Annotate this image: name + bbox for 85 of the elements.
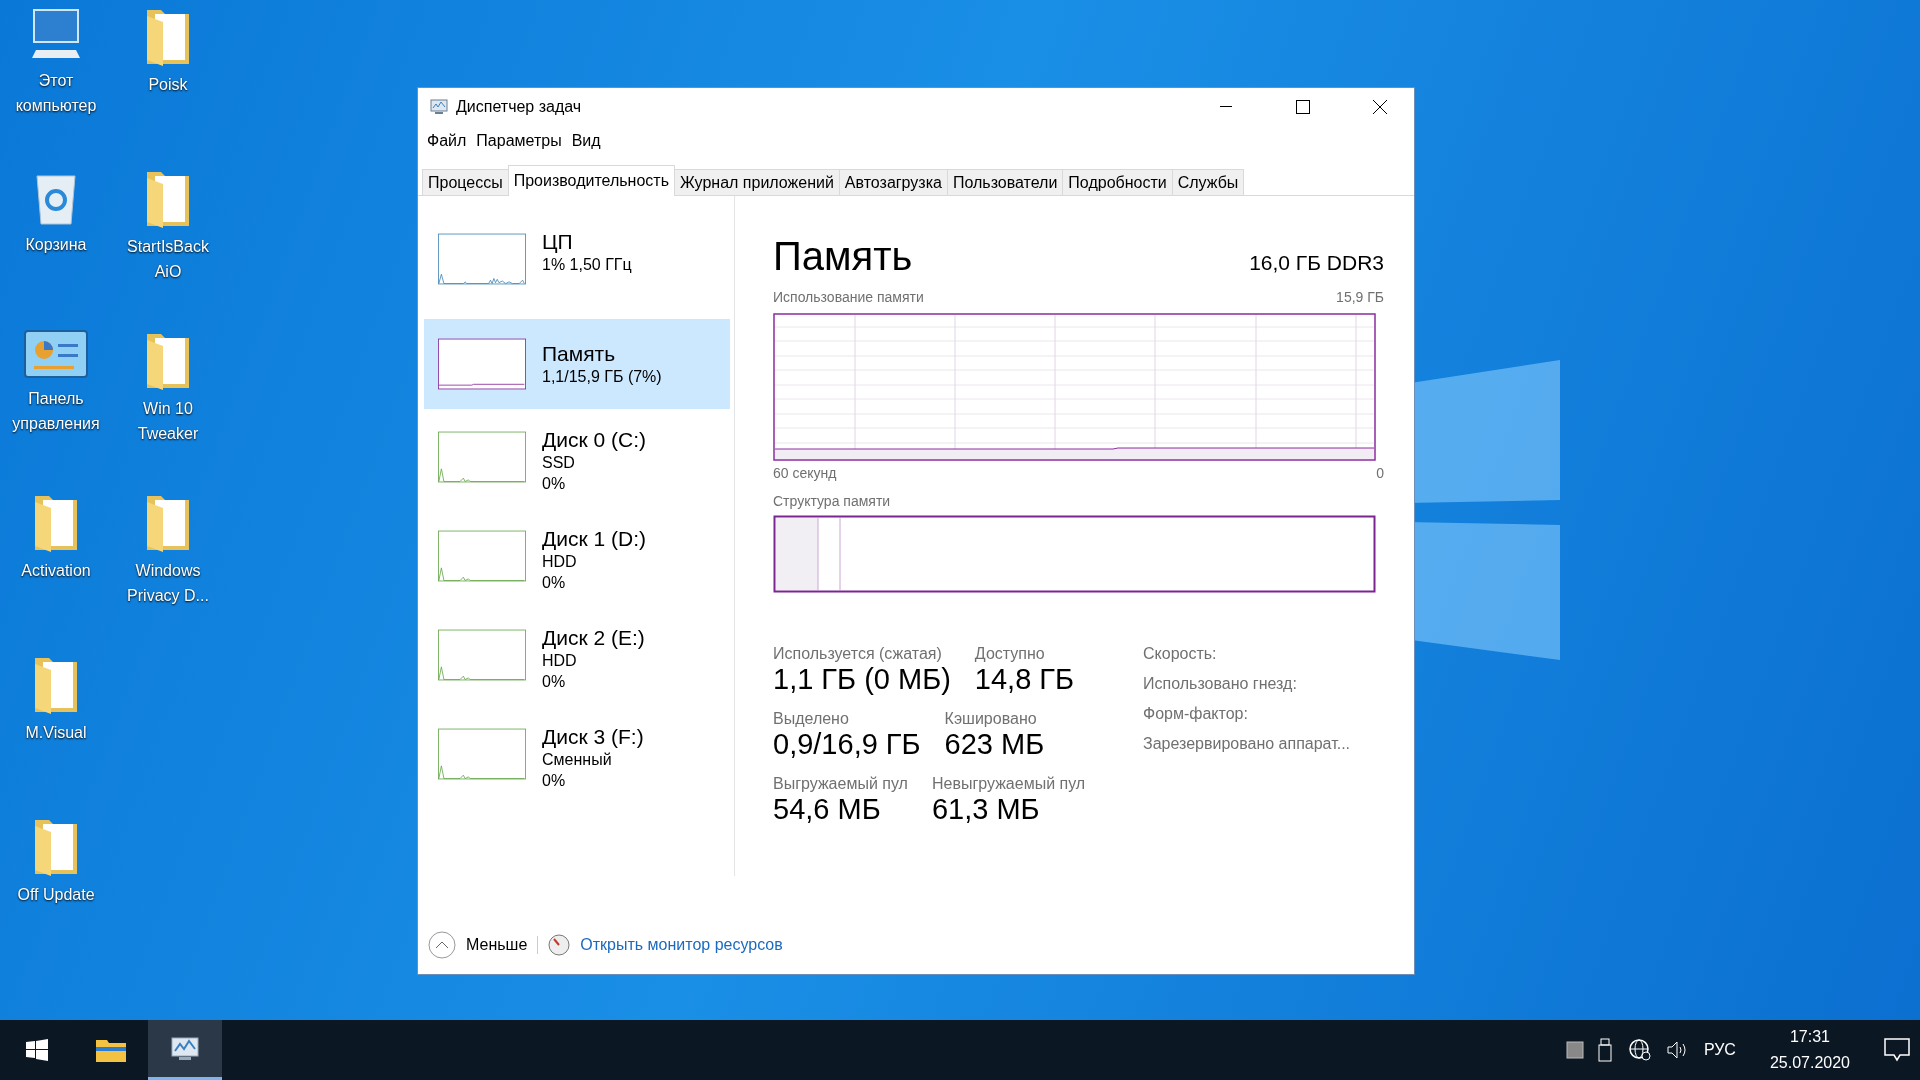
globe-icon[interactable] <box>1627 1038 1652 1062</box>
maximize-icon <box>1295 100 1310 114</box>
sidebar-item[interactable]: Память 1,1/15,9 ГБ (7%) <box>424 319 730 409</box>
windows-logo-icon <box>26 1039 48 1061</box>
sidebar-item-title: Диск 2 (E:) <box>542 626 645 650</box>
desktop-icon-label[interactable]: StartIsBack AiO <box>113 234 223 284</box>
stat-value: 623 МБ <box>944 728 1045 761</box>
property-label: Зарезервировано аппарат... <box>1143 735 1351 753</box>
stat-value: 61,3 МБ <box>931 793 1041 826</box>
sidebar-item-detail: HDD <box>542 651 578 671</box>
sidebar-item-title: Память <box>542 341 617 366</box>
notifications-icon[interactable] <box>1884 1038 1910 1062</box>
property-label: Форм-фактор: <box>1143 705 1249 723</box>
minimize-icon <box>1219 106 1232 108</box>
desktop-icon-label[interactable]: Windows Privacy D... <box>113 558 223 608</box>
menu-item[interactable]: Параметры <box>473 130 565 152</box>
sidebar-item[interactable]: ЦП 1% 1,50 ГГц <box>424 224 730 306</box>
sidebar-item-detail: 1% 1,50 ГГц <box>542 255 632 275</box>
sidebar-item-title: Диск 3 (F:) <box>542 725 644 749</box>
sidebar-item-detail: 0% <box>542 771 567 791</box>
desktop-icon-label[interactable]: Poisk <box>113 72 223 97</box>
stat-label: Доступно <box>974 645 1046 663</box>
sidebar-item[interactable]: Диск 1 (D:) HDD 0% <box>424 521 730 603</box>
graph-max-label: 15,9 ГБ <box>1336 289 1384 305</box>
tab[interactable]: Пользователи <box>946 169 1064 195</box>
property-label: Скорость: <box>1143 645 1218 663</box>
sidebar-item[interactable]: Диск 3 (F:) Сменный 0% <box>424 719 730 801</box>
fewer-details-button[interactable]: Меньше <box>428 931 528 959</box>
tab[interactable]: Службы <box>1171 169 1245 195</box>
stat-label: Кэшировано <box>944 710 1038 728</box>
task-manager-taskbar-button[interactable] <box>148 1020 222 1080</box>
tab[interactable]: Автозагрузка <box>838 169 948 195</box>
desktop-icon-label[interactable]: Activation <box>1 558 111 583</box>
stat-value: 0,9/16,9 ГБ <box>773 728 921 761</box>
sidebar-item-title: ЦП <box>542 230 574 254</box>
monitor-icon <box>430 99 448 115</box>
tab[interactable]: Журнал приложений <box>674 169 840 195</box>
sidebar-item-title: Диск 1 (D:) <box>542 527 646 551</box>
monitor-icon <box>170 1035 200 1062</box>
stat-label: Используется (сжатая) <box>773 645 943 663</box>
sidebar-item-detail: HDD <box>542 552 578 572</box>
sidebar-item-detail: 1,1/15,9 ГБ (7%) <box>542 366 662 387</box>
sidebar-item-detail: 0% <box>542 573 567 593</box>
desktop-icon-label[interactable]: Этот компьютер <box>1 68 111 118</box>
sidebar-item-detail: SSD <box>542 453 576 473</box>
stat-label: Выделено <box>773 710 850 728</box>
close-icon <box>1372 100 1387 114</box>
axis-label: 60 секунд <box>773 465 837 481</box>
language-indicator[interactable]: РУС <box>1703 1041 1736 1059</box>
window-title: Диспетчер задач <box>456 98 583 116</box>
tab[interactable]: Процессы <box>422 169 509 195</box>
graph-label: Использование памяти <box>773 289 924 305</box>
desktop-icon-label[interactable]: Панель управления <box>1 386 111 436</box>
sidebar-item-detail: Сменный <box>542 750 613 770</box>
clock[interactable]: 17:31 25.07.2020 <box>1763 1023 1856 1077</box>
desktop-icon-label[interactable]: M.Visual <box>1 720 111 745</box>
sidebar-item[interactable]: Диск 2 (E:) HDD 0% <box>424 620 730 702</box>
axis-label: 0 <box>1376 465 1384 481</box>
folder-icon <box>95 1037 127 1063</box>
tray-square-icon[interactable] <box>1565 1041 1584 1059</box>
tab[interactable]: Подробности <box>1062 169 1173 195</box>
stat-label: Выгружаемый пул <box>773 775 908 793</box>
desktop-icon-label[interactable]: Win 10 Tweaker <box>113 396 223 446</box>
sidebar-item-title: Диск 0 (C:) <box>542 428 646 452</box>
desktop-icon-label[interactable]: Off Update <box>1 882 111 907</box>
usb-drive-icon[interactable] <box>1597 1038 1614 1062</box>
chevron-up-icon <box>428 931 456 959</box>
memory-capacity: 16,0 ГБ DDR3 <box>1249 251 1384 275</box>
gauge-icon <box>548 934 571 956</box>
section-title: Память <box>773 234 913 279</box>
property-label: Использовано гнезд: <box>1143 675 1298 693</box>
sidebar-item[interactable]: Диск 0 (C:) SSD 0% <box>424 422 730 504</box>
menu-item[interactable]: Файл <box>424 130 470 152</box>
stat-value: 1,1 ГБ (0 МБ) <box>773 663 951 696</box>
sidebar-item-detail: 0% <box>542 474 567 494</box>
tab[interactable]: Производительность <box>507 165 675 196</box>
desktop-icon-label[interactable]: Корзина <box>1 232 111 257</box>
structure-label: Структура памяти <box>773 493 892 509</box>
resource-monitor-link[interactable]: Открыть монитор ресурсов <box>580 936 783 954</box>
stat-value: 54,6 МБ <box>773 793 882 826</box>
stat-value: 14,8 ГБ <box>974 663 1075 696</box>
control-panel-icon <box>24 330 88 380</box>
menu-item[interactable]: Вид <box>568 130 604 152</box>
stat-label: Невыгружаемый пул <box>931 775 1086 793</box>
sidebar-item-detail: 0% <box>542 672 567 692</box>
